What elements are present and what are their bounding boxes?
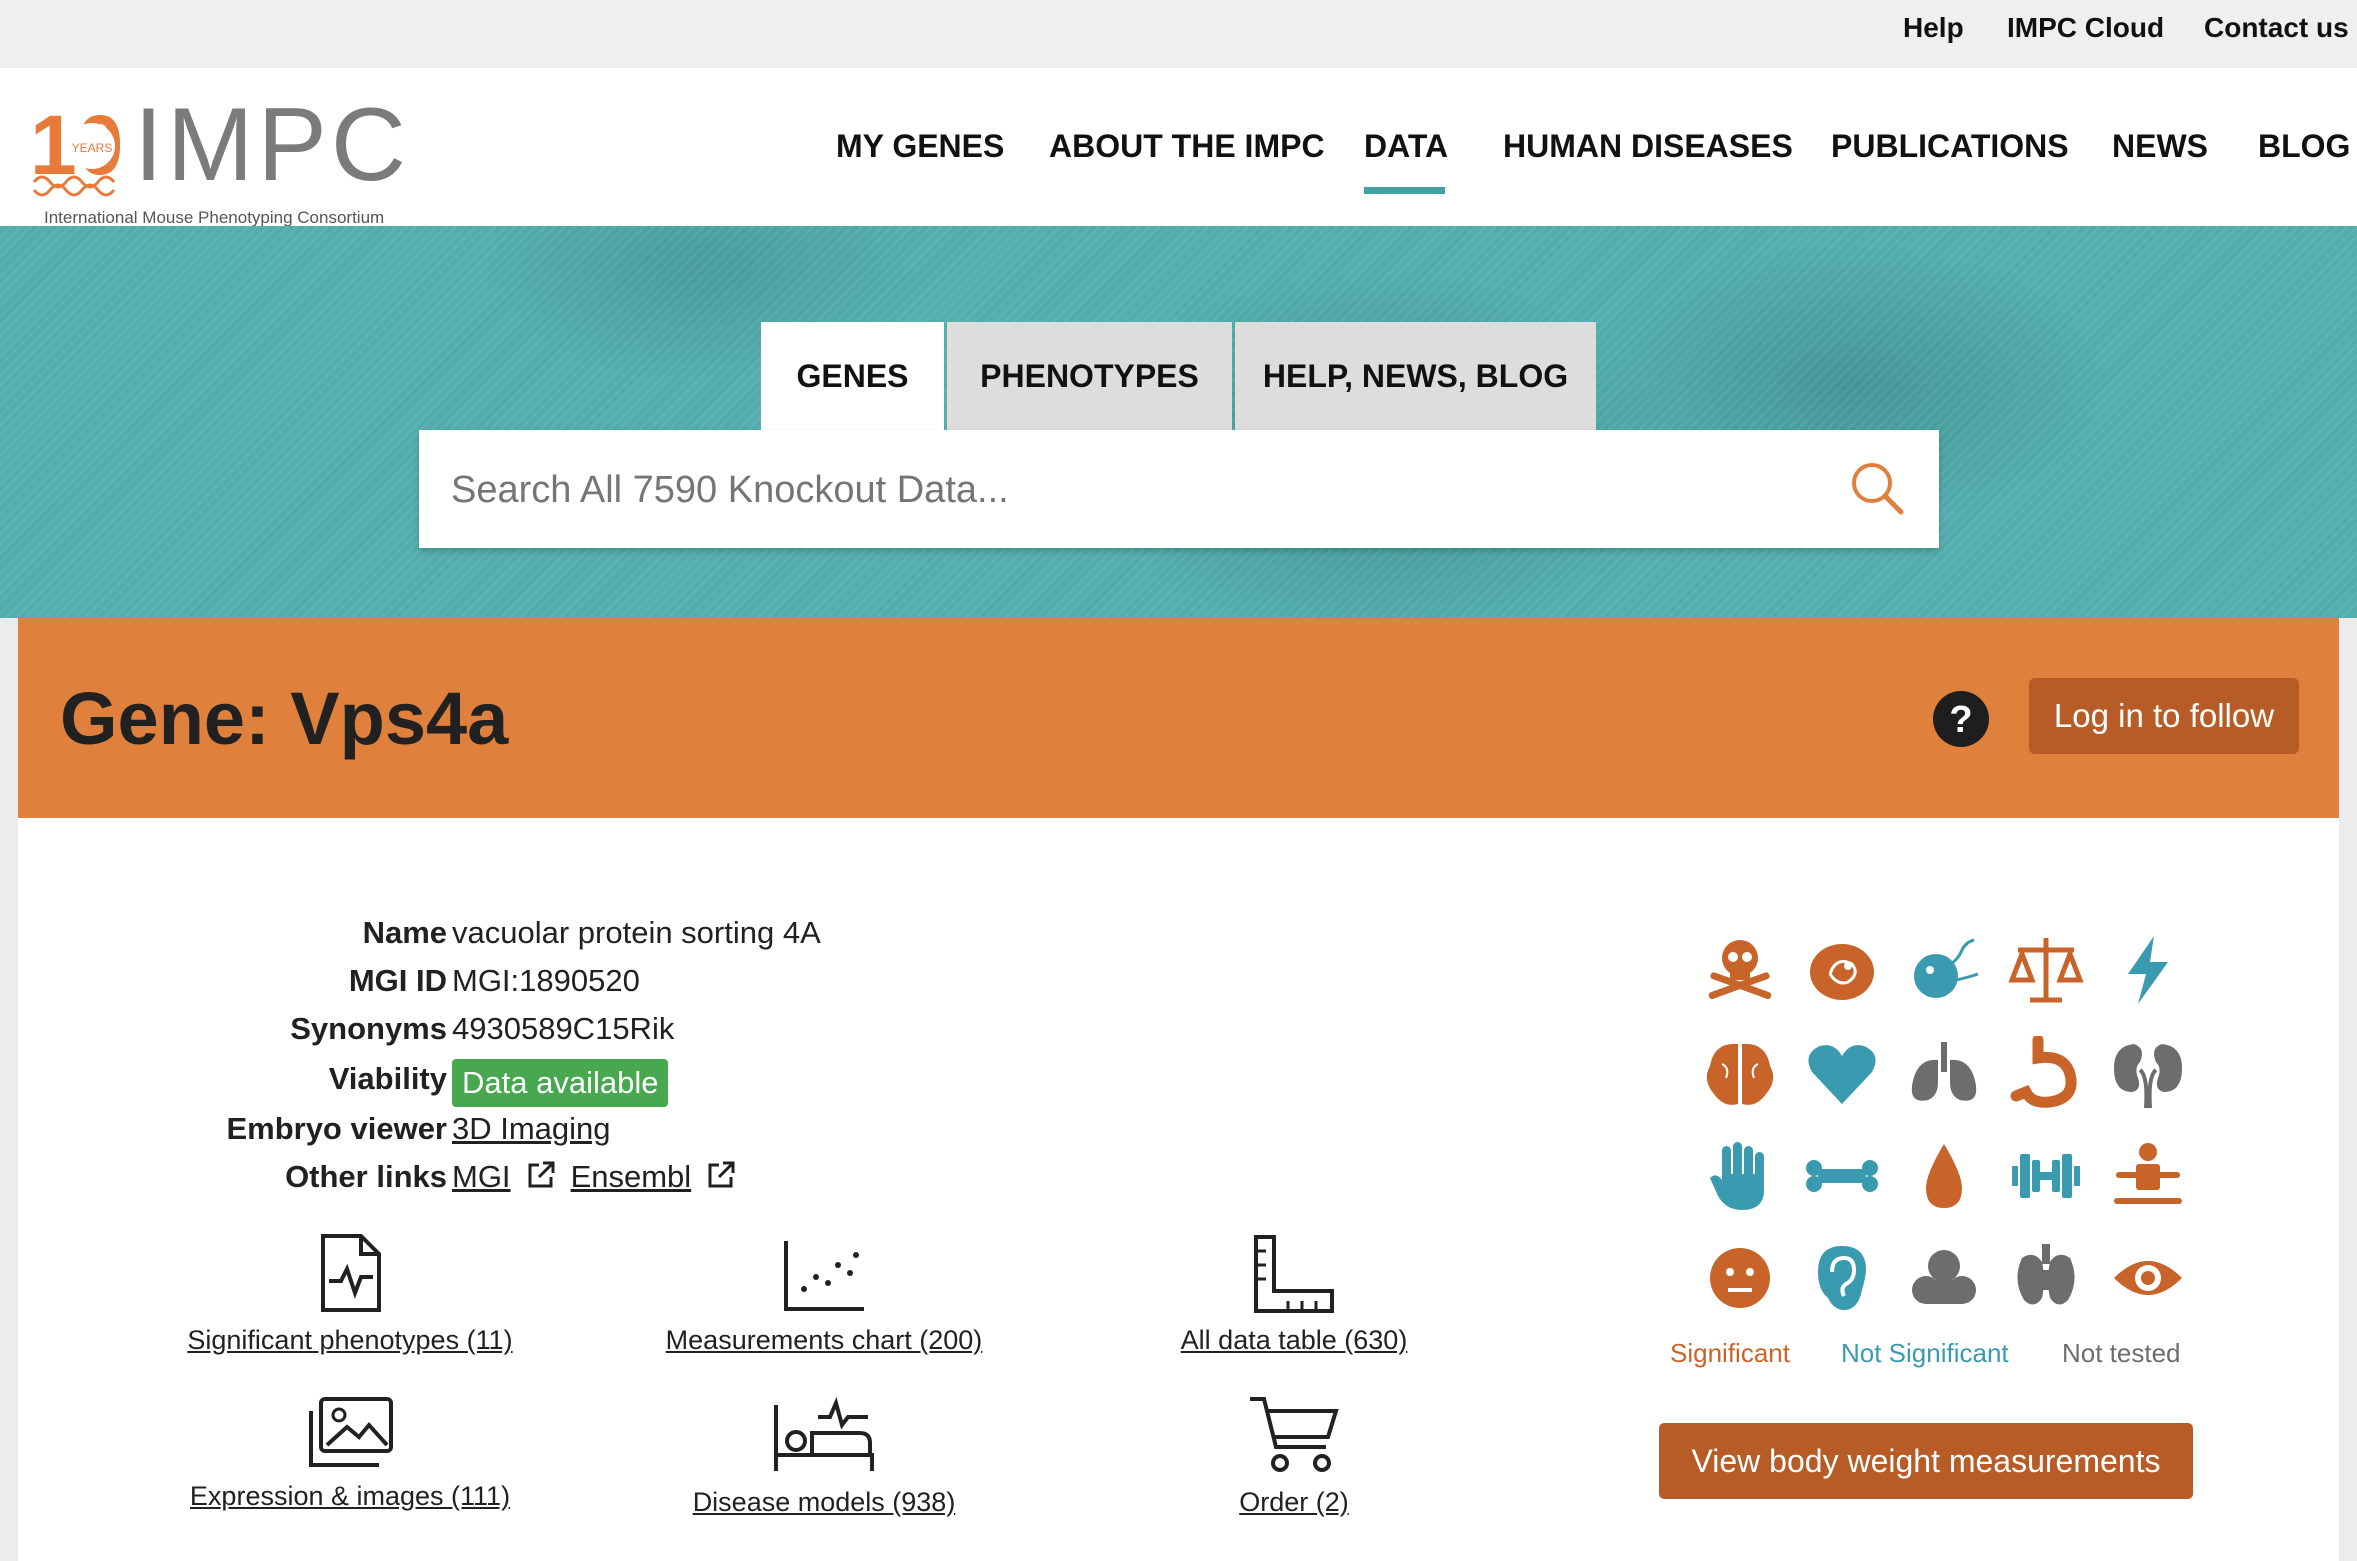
disease-models-link[interactable]: Disease models (938) <box>693 1487 956 1518</box>
external-link-icon[interactable] <box>705 1159 737 1191</box>
nav-publications[interactable]: PUBLICATIONS <box>1831 128 2069 165</box>
all-data-table-link[interactable]: All data table (630) <box>1181 1325 1408 1356</box>
viability-badge[interactable]: Data available <box>452 1059 669 1107</box>
nav-data[interactable]: DATA <box>1364 128 1448 165</box>
mgi-link[interactable]: MGI <box>452 1159 511 1194</box>
images-icon <box>309 1397 393 1467</box>
kidneys-icon[interactable] <box>2110 1036 2186 1112</box>
brain-icon[interactable] <box>1702 1036 1778 1112</box>
search-icon[interactable] <box>1847 458 1909 520</box>
measurements-chart-link[interactable]: Measurements chart (200) <box>666 1325 983 1356</box>
nose-icon[interactable] <box>1906 1240 1982 1316</box>
impc-cloud-link[interactable]: IMPC Cloud <box>2007 12 2164 44</box>
embryo-viewer-label: Embryo viewer <box>226 1111 447 1146</box>
nav-human-diseases[interactable]: HUMAN DISEASES <box>1503 128 1793 165</box>
search-box <box>419 430 1939 548</box>
measurements-chart-block[interactable]: Measurements chart (200) <box>624 1233 1024 1356</box>
eye-icon[interactable] <box>2110 1240 2186 1316</box>
lungs-icon[interactable] <box>1906 1036 1982 1112</box>
ensembl-link[interactable]: Ensembl <box>571 1159 692 1194</box>
lightning-icon[interactable] <box>2110 932 2186 1008</box>
tab-genes-label: GENES <box>796 357 909 394</box>
view-body-weight-button[interactable]: View body weight measurements <box>1659 1423 2193 1499</box>
other-links-label: Other links <box>285 1159 447 1194</box>
nav-news[interactable]: NEWS <box>2112 128 2208 165</box>
significant-phenotypes-block[interactable]: Significant phenotypes (11) <box>150 1233 550 1356</box>
nav-active-indicator <box>1364 187 1445 194</box>
impc-logo[interactable]: 10 YEARS IMPC International Mouse Phenot… <box>30 90 406 227</box>
file-waveform-icon <box>321 1234 381 1312</box>
svg-text:?: ? <box>1949 699 1972 741</box>
ear-icon[interactable] <box>1804 1240 1880 1316</box>
dumbbell-icon[interactable] <box>2008 1138 2084 1214</box>
logo-wordmark: IMPC <box>134 87 410 203</box>
tab-phenotypes-label: PHENOTYPES <box>980 357 1199 394</box>
tab-genes[interactable]: GENES <box>761 322 944 430</box>
mgi-id-value: MGI:1890520 <box>452 963 640 998</box>
search-hero: GENES PHENOTYPES HELP, NEWS, BLOG <box>0 226 2357 618</box>
hospital-bed-icon <box>774 1396 874 1471</box>
legend-not-significant: Not Significant <box>1841 1338 2009 1368</box>
heart-icon[interactable] <box>1804 1036 1880 1112</box>
legend-not-tested: Not tested <box>2062 1338 2181 1368</box>
tab-help-news-blog-label: HELP, NEWS, BLOG <box>1262 357 1569 394</box>
order-link[interactable]: Order (2) <box>1239 1487 1349 1518</box>
scales-icon[interactable] <box>2008 932 2084 1008</box>
nav-about-impc[interactable]: ABOUT THE IMPC <box>1049 128 1325 165</box>
contact-us-link[interactable]: Contact us <box>2204 12 2349 44</box>
disease-models-block[interactable]: Disease models (938) <box>624 1395 1024 1518</box>
external-link-icon[interactable] <box>525 1159 557 1191</box>
gene-title: Gene: Vps4a <box>60 677 509 760</box>
viability-label: Viability <box>328 1061 447 1096</box>
thyroid-icon[interactable] <box>2008 1240 2084 1316</box>
synonyms-value: 4930589C15Rik <box>452 1011 675 1046</box>
tab-help-news-blog[interactable]: HELP, NEWS, BLOG <box>1235 322 1596 430</box>
gene-name-value: vacuolar protein sorting 4A <box>452 915 821 950</box>
embryo-icon[interactable] <box>1804 932 1880 1008</box>
nav-my-genes[interactable]: MY GENES <box>836 128 1004 165</box>
utility-bar: Help IMPC Cloud Contact us <box>0 0 2357 68</box>
embryo-viewer-value: 3D Imaging <box>452 1111 611 1147</box>
significant-phenotypes-link[interactable]: Significant phenotypes (11) <box>187 1325 512 1356</box>
3d-imaging-link[interactable]: 3D Imaging <box>452 1111 611 1146</box>
shopping-cart-icon <box>1250 1397 1339 1472</box>
logo-subtitle: International Mouse Phenotyping Consorti… <box>44 208 385 227</box>
expression-images-link[interactable]: Expression & images (111) <box>190 1481 510 1512</box>
body-figure-icon[interactable] <box>2110 1138 2186 1214</box>
mgi-id-label: MGI ID <box>348 963 447 998</box>
blood-drop-icon[interactable] <box>1906 1138 1982 1214</box>
face-icon[interactable] <box>1702 1240 1778 1316</box>
site-header: 10 YEARS IMPC International Mouse Phenot… <box>0 68 2357 227</box>
bone-icon[interactable] <box>1804 1138 1880 1214</box>
name-label: Name <box>362 915 447 950</box>
reproductive-system-icon[interactable] <box>1906 932 1982 1008</box>
ruler-icon <box>1254 1235 1334 1313</box>
gene-banner: Gene: Vps4a ? Log in to follow <box>18 618 2339 818</box>
synonyms-label: Synonyms <box>290 1011 447 1046</box>
gene-summary-card: Name vacuolar protein sorting 4A MGI ID … <box>18 818 2339 1561</box>
scatter-chart-icon <box>784 1241 864 1311</box>
question-circle-icon[interactable]: ? <box>1932 690 1990 748</box>
search-input[interactable] <box>449 458 1833 522</box>
tab-phenotypes[interactable]: PHENOTYPES <box>947 322 1232 430</box>
log-in-to-follow-button[interactable]: Log in to follow <box>2029 678 2299 754</box>
hand-icon[interactable] <box>1702 1138 1778 1214</box>
legend-significant: Significant <box>1670 1338 1790 1368</box>
skull-crossbones-icon[interactable] <box>1702 932 1778 1008</box>
help-link[interactable]: Help <box>1903 12 1964 44</box>
ten-years-emblem-icon: 10 YEARS <box>30 98 123 197</box>
stomach-icon[interactable] <box>2008 1036 2084 1112</box>
nav-blog[interactable]: BLOG <box>2258 128 2350 165</box>
order-block[interactable]: Order (2) <box>1094 1395 1494 1518</box>
all-data-table-block[interactable]: All data table (630) <box>1094 1233 1494 1356</box>
other-links-value: MGI Ensembl <box>452 1159 751 1195</box>
expression-images-block[interactable]: Expression & images (111) <box>150 1395 550 1512</box>
years-label: YEARS <box>72 141 113 155</box>
